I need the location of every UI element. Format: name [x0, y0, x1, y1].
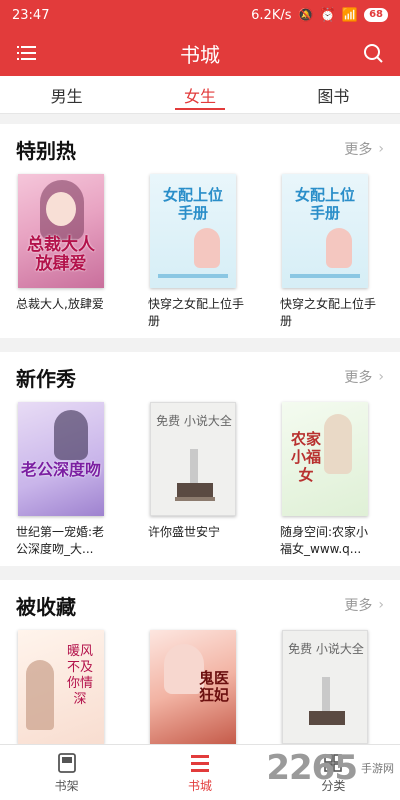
nav-bookstore[interactable]: 书城 — [133, 745, 266, 800]
nav-label: 书城 — [187, 778, 212, 793]
book-item[interactable]: 女配上位手册 快穿之女配上位手册 — [280, 174, 384, 330]
book-item[interactable]: 免费 小说大全 许你盛世安宁 — [148, 402, 252, 558]
section-title: 被收藏 — [16, 594, 76, 619]
cover-text: 女配上位手册 — [162, 186, 223, 222]
book-row: 老公深度吻 世纪第一宠婚:老公深度吻_大... 免费 小说大全 许你盛世安宁 农… — [0, 402, 400, 558]
status-icons: 6.2K/s 🔕 ⏰ 📶 68 — [251, 8, 388, 23]
cover-text: 免费 小说大全 — [288, 642, 364, 656]
chevron-right-icon: › — [378, 369, 384, 385]
section-hot: 特别热 更多 › 总裁大人放肆爱 总裁大人,放肆爱 女配上位手册 快穿之女配上位… — [0, 124, 400, 338]
tab-male[interactable]: 男生 — [0, 76, 133, 113]
book-title[interactable]: 许你盛世安宁 — [148, 524, 246, 541]
chevron-right-icon: › — [378, 597, 384, 613]
section-title: 新作秀 — [16, 366, 76, 391]
gender-tabs: 男生 女生 图书 — [0, 76, 400, 114]
section-header: 新作秀 更多 › — [0, 352, 400, 402]
more-button[interactable]: 更多 › — [344, 139, 384, 159]
status-time: 23:47 — [12, 7, 50, 23]
section-new: 新作秀 更多 › 老公深度吻 世纪第一宠婚:老公深度吻_大... 免费 小说大全… — [0, 352, 400, 566]
book-cover[interactable]: 总裁大人放肆爱 — [18, 174, 104, 288]
book-cover[interactable]: 老公深度吻 — [18, 402, 104, 516]
more-label: 更多 — [344, 598, 373, 614]
book-title[interactable]: 快穿之女配上位手册 — [148, 296, 246, 330]
search-icon[interactable] — [362, 42, 384, 64]
book-cover[interactable]: 免费 小说大全 — [150, 402, 236, 516]
wifi-icon: 📶 — [341, 7, 359, 23]
book-row: 总裁大人放肆爱 总裁大人,放肆爱 女配上位手册 快穿之女配上位手册 女配上位手册… — [0, 174, 400, 330]
more-label: 更多 — [344, 142, 373, 158]
status-bar: 23:47 6.2K/s 🔕 ⏰ 📶 68 — [0, 0, 400, 30]
book-item[interactable]: 鬼医狂妃 — [148, 630, 252, 744]
alarm-icon: ⏰ — [319, 7, 336, 23]
book-cover[interactable]: 免费 小说大全 — [282, 630, 368, 744]
cover-text: 总裁大人放肆爱 — [27, 235, 95, 274]
book-cover[interactable]: 暖风不及你情深 — [18, 630, 104, 744]
section-header: 被收藏 更多 › — [0, 580, 400, 630]
book-item[interactable]: 免费 小说大全 — [280, 630, 384, 744]
book-title[interactable]: 随身空间:农家小福女_www.q... — [280, 524, 378, 558]
more-label: 更多 — [344, 370, 373, 386]
cover-text: 农家小福女 — [290, 430, 321, 484]
book-cover[interactable]: 女配上位手册 — [282, 174, 368, 288]
section-favorites: 被收藏 更多 › 暖风不及你情深 鬼医狂妃 免费 小说大全 — [0, 580, 400, 750]
tab-female[interactable]: 女生 — [133, 76, 266, 113]
book-cover[interactable]: 鬼医狂妃 — [150, 630, 236, 744]
book-item[interactable]: 暖风不及你情深 — [16, 630, 120, 744]
book-item[interactable]: 老公深度吻 世纪第一宠婚:老公深度吻_大... — [16, 402, 120, 558]
cover-text: 鬼医狂妃 — [198, 669, 229, 704]
bookshelf-icon — [57, 752, 76, 773]
more-button[interactable]: 更多 › — [344, 595, 384, 615]
menu-icon[interactable] — [16, 42, 38, 64]
book-cover[interactable]: 农家小福女 — [282, 402, 368, 516]
watermark-logo: 2265 手游网 — [266, 748, 394, 788]
network-speed: 6.2K/s — [251, 7, 292, 23]
nav-bookshelf[interactable]: 书架 — [0, 745, 133, 800]
app-bar: 书城 — [0, 30, 400, 76]
book-item[interactable]: 总裁大人放肆爱 总裁大人,放肆爱 — [16, 174, 120, 330]
book-title[interactable]: 世纪第一宠婚:老公深度吻_大... — [16, 524, 114, 558]
book-title[interactable]: 总裁大人,放肆爱 — [16, 296, 114, 313]
section-title: 特别热 — [16, 138, 76, 163]
tab-books[interactable]: 图书 — [267, 76, 400, 113]
book-item[interactable]: 女配上位手册 快穿之女配上位手册 — [148, 174, 252, 330]
cover-text: 老公深度吻 — [20, 460, 101, 479]
cover-text: 暖风不及你情深 — [66, 644, 93, 707]
section-header: 特别热 更多 › — [0, 124, 400, 174]
chevron-right-icon: › — [378, 141, 384, 157]
page-title: 书城 — [180, 42, 220, 67]
cover-text: 免费 小说大全 — [156, 414, 232, 428]
more-button[interactable]: 更多 › — [344, 367, 384, 387]
nav-label: 书架 — [54, 778, 79, 793]
battery-icon: 68 — [364, 8, 388, 22]
mute-icon: 🔕 — [297, 7, 314, 23]
bookstore-icon — [190, 754, 209, 772]
book-row: 暖风不及你情深 鬼医狂妃 免费 小说大全 — [0, 630, 400, 744]
book-title[interactable]: 快穿之女配上位手册 — [280, 296, 378, 330]
watermark-text: 手游网 — [361, 761, 394, 775]
book-item[interactable]: 农家小福女 随身空间:农家小福女_www.q... — [280, 402, 384, 558]
book-cover[interactable]: 女配上位手册 — [150, 174, 236, 288]
watermark-number: 2265 — [266, 748, 358, 788]
cover-text: 女配上位手册 — [294, 186, 355, 222]
